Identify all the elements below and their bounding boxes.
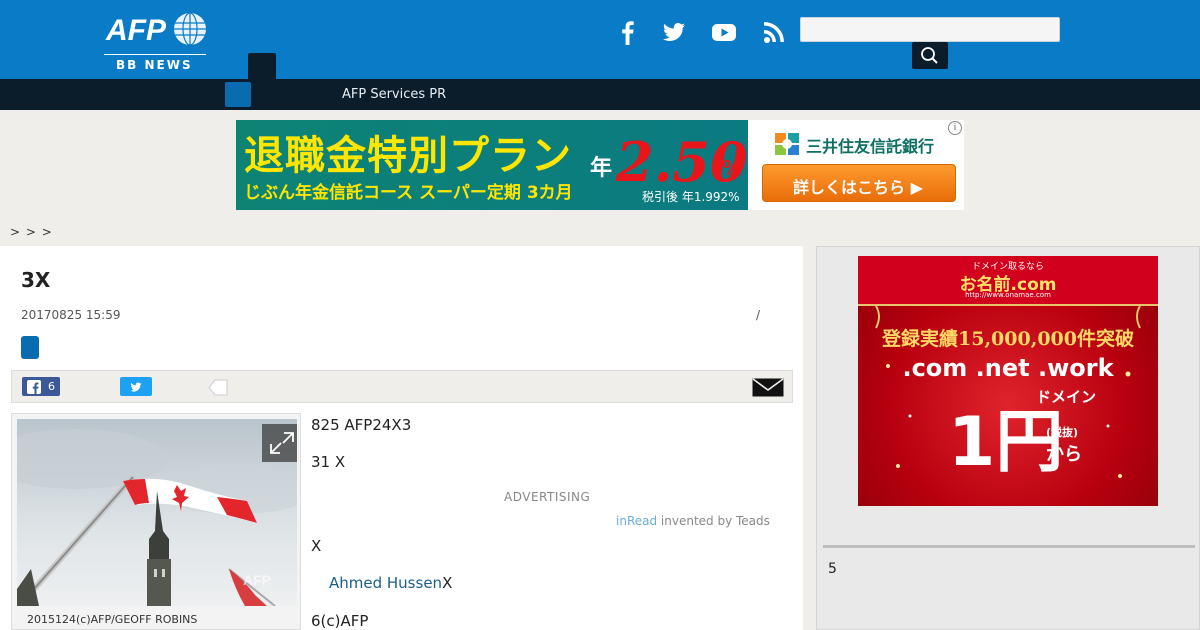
banner-ad-rate-prefix: 年 — [590, 156, 613, 181]
article-paragraph-2: 31 X — [311, 453, 346, 471]
hatena-bookmark-icon[interactable] — [208, 378, 228, 397]
canada-flag-photo: AFP — [17, 419, 297, 606]
rss-icon[interactable] — [760, 18, 788, 46]
banner-ad-cta-button[interactable]: 詳しくはこちら ▶ — [762, 164, 956, 202]
article-paragraph-5: 6(c)AFP — [311, 612, 369, 630]
article-meta-slash: / — [756, 308, 761, 322]
breadcrumb[interactable]: > > > — [10, 225, 53, 239]
article-title: 3X — [21, 268, 51, 292]
youtube-icon[interactable] — [710, 18, 738, 46]
nav-bar: AFP Services PR — [0, 79, 1200, 110]
banner-ad-subline: じぶん年金信託コース スーパー定期 3カ月 — [244, 183, 573, 203]
sidebar-ad-domain-word: ドメイン — [1036, 388, 1097, 406]
adchoices-icon[interactable]: i — [948, 121, 962, 135]
afp-logo[interactable]: AFP BB NEWS — [104, 8, 208, 72]
sidebar-ad-tax: (税抜) — [1046, 426, 1079, 439]
sidebar-ad-header: ドメイン取るなら お名前.com http://www.onamae.com — [858, 256, 1158, 306]
facebook-icon — [27, 380, 41, 394]
banner-ad-right: 三井住友信託銀行 詳しくはこちら ▶ — [748, 120, 964, 210]
article-photo[interactable]: AFP — [17, 419, 297, 606]
inread-link[interactable]: inRead — [616, 514, 657, 528]
search-input[interactable] — [800, 17, 1060, 42]
svg-text:AFP: AFP — [105, 14, 167, 47]
photo-caption: 2015124(c)AFP/GEOFF ROBINS — [27, 613, 198, 626]
site-header: AFP BB NEWS — [0, 0, 1200, 79]
banner-ad-rate-unit: % — [722, 156, 743, 180]
sidebar-section-number: 5 — [828, 561, 837, 577]
sidebar-divider — [823, 545, 1195, 548]
logo-text: BB NEWS — [116, 58, 193, 72]
article-paragraph-1: 825 AFP24X3 — [311, 416, 412, 434]
inread-credit: inRead invented by Teads — [616, 514, 770, 528]
article-date: 20170825 15:59 — [21, 308, 121, 322]
afp-logo-mark: AFP — [105, 12, 206, 47]
banner-ad-cta-label: 詳しくはこちら ▶ — [793, 178, 923, 197]
banner-ad-bank: 三井住友信託銀行 — [806, 137, 935, 156]
facebook-share-button[interactable]: 6 — [22, 377, 60, 396]
banner-ad-headline: 退職金特別プラン — [244, 132, 572, 179]
svg-text:AFP: AFP — [243, 572, 271, 588]
nav-link-afp-services-pr[interactable]: AFP Services PR — [342, 87, 446, 102]
twitter-share-button[interactable] — [120, 377, 152, 396]
sidebar: ドメイン取るなら お名前.com http://www.onamae.com 登… — [816, 246, 1200, 630]
twitter-icon — [130, 382, 142, 392]
bank-logo-icon — [775, 133, 799, 155]
facebook-share-count: 6 — [48, 380, 55, 393]
sidebar-ad-from: から — [1046, 444, 1082, 465]
mail-icon[interactable] — [752, 378, 784, 397]
sidebar-ad-domains: .com .net .work — [902, 354, 1114, 382]
paragraph-4-suffix: X — [442, 574, 453, 592]
inread-suffix: invented by Teads — [657, 514, 770, 528]
logo-divider — [104, 54, 206, 55]
twitter-icon[interactable] — [660, 18, 688, 46]
sidebar-ad[interactable]: ドメイン取るなら お名前.com http://www.onamae.com 登… — [858, 256, 1158, 506]
category-tag[interactable] — [21, 336, 39, 359]
sidebar-ad-url: http://www.onamae.com — [965, 291, 1051, 299]
menu-tab[interactable] — [248, 53, 276, 79]
sidebar-ad-record: 登録実績15,000,000件突破 — [882, 328, 1134, 350]
search-icon — [921, 47, 938, 64]
nav-tab-active[interactable] — [225, 82, 251, 107]
article-paragraph-3: X — [311, 537, 322, 555]
photo-container: AFP 2015124(c)AFP/GEOFF ROBINS — [11, 413, 301, 630]
expand-photo-button[interactable] — [262, 424, 297, 462]
share-bar: 6 — [11, 370, 793, 403]
expand-icon — [270, 432, 294, 454]
person-link[interactable]: Ahmed Hussen — [329, 574, 442, 592]
facebook-icon[interactable] — [614, 18, 642, 46]
search-button[interactable] — [912, 42, 948, 69]
article-paragraph-4: Ahmed HussenX — [329, 574, 452, 592]
advertising-label: ADVERTISING — [504, 490, 591, 504]
banner-ad-after-tax: 税引後 年1.992% — [642, 190, 740, 204]
banner-ad[interactable]: 退職金特別プラン じぶん年金信託コース スーパー定期 3カ月 年 2.50 % … — [236, 120, 964, 210]
article-main: 3X 20170825 15:59 / 6 AFP 2015124(c)AFP/… — [0, 246, 803, 630]
